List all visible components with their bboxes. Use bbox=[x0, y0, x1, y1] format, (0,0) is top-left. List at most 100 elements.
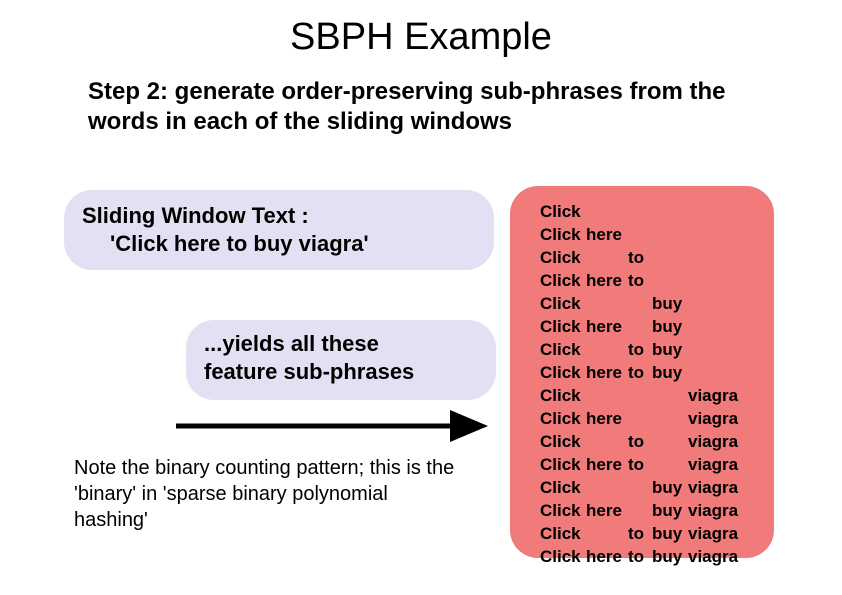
phrase-cell bbox=[688, 292, 742, 315]
table-row: Click buyviagra bbox=[540, 476, 742, 499]
phrase-cell: Click bbox=[540, 269, 586, 292]
phrase-cell: here bbox=[586, 407, 628, 430]
phrase-cell: Click bbox=[540, 499, 586, 522]
phrase-cell bbox=[652, 453, 688, 476]
phrase-cell bbox=[688, 361, 742, 384]
table-row: Click tobuy bbox=[540, 338, 742, 361]
phrase-cell bbox=[586, 338, 628, 361]
phrase-cell bbox=[586, 384, 628, 407]
phrase-table: ClickClickhereClicktoClickheretoClickbuy… bbox=[540, 200, 742, 568]
phrase-cell bbox=[688, 200, 742, 223]
phrase-cell bbox=[652, 430, 688, 453]
phrase-cell bbox=[628, 292, 652, 315]
phrase-cell: to bbox=[628, 453, 652, 476]
phrase-cell: Click bbox=[540, 545, 586, 568]
phrase-cell: buy bbox=[652, 338, 688, 361]
table-row: Click bbox=[540, 200, 742, 223]
phrase-cell: Click bbox=[540, 476, 586, 499]
table-row: Clickhere buy bbox=[540, 315, 742, 338]
phrase-cell bbox=[688, 338, 742, 361]
slide-title: SBPH Example bbox=[0, 0, 842, 59]
phrase-cell: Click bbox=[540, 522, 586, 545]
phrase-cell: Click bbox=[540, 246, 586, 269]
phrase-cell bbox=[652, 246, 688, 269]
phrase-cell: buy bbox=[652, 361, 688, 384]
phrase-cell bbox=[652, 200, 688, 223]
phrase-cell: here bbox=[586, 453, 628, 476]
phrase-cell: buy bbox=[652, 545, 688, 568]
yields-box: ...yields all these feature sub-phrases bbox=[186, 320, 496, 400]
phrase-cell bbox=[628, 407, 652, 430]
phrase-cell: to bbox=[628, 545, 652, 568]
phrase-cell bbox=[628, 384, 652, 407]
table-row: Clickheretobuy bbox=[540, 361, 742, 384]
phrase-cell: viagra bbox=[688, 384, 742, 407]
phrase-cell bbox=[688, 315, 742, 338]
phrase-cell bbox=[652, 407, 688, 430]
sliding-window-line1: Sliding Window Text : bbox=[82, 202, 476, 230]
phrase-cell bbox=[652, 269, 688, 292]
yields-line1: ...yields all these bbox=[204, 330, 478, 358]
table-row: Click viagra bbox=[540, 384, 742, 407]
phrase-cell: to bbox=[628, 430, 652, 453]
table-row: Clickhereto viagra bbox=[540, 453, 742, 476]
phrase-cell: buy bbox=[652, 476, 688, 499]
arrow-icon bbox=[172, 404, 488, 448]
phrase-cell: viagra bbox=[688, 476, 742, 499]
phrase-cell: Click bbox=[540, 407, 586, 430]
phrases-box: ClickClickhereClicktoClickheretoClickbuy… bbox=[510, 186, 774, 558]
phrase-cell: Click bbox=[540, 200, 586, 223]
phrase-cell: viagra bbox=[688, 545, 742, 568]
phrase-cell: Click bbox=[540, 430, 586, 453]
phrase-cell: Click bbox=[540, 315, 586, 338]
phrase-cell bbox=[586, 430, 628, 453]
phrase-cell bbox=[688, 246, 742, 269]
slide-subtitle: Step 2: generate order-preserving sub-ph… bbox=[88, 77, 748, 137]
phrase-cell bbox=[628, 499, 652, 522]
table-row: Clickheretobuyviagra bbox=[540, 545, 742, 568]
phrase-cell: viagra bbox=[688, 430, 742, 453]
table-row: Clickbuy bbox=[540, 292, 742, 315]
phrase-cell: here bbox=[586, 223, 628, 246]
phrase-cell bbox=[628, 223, 652, 246]
phrase-cell: Click bbox=[540, 453, 586, 476]
phrase-cell: here bbox=[586, 499, 628, 522]
table-row: Click tobuyviagra bbox=[540, 522, 742, 545]
phrase-cell bbox=[586, 522, 628, 545]
phrase-cell: Click bbox=[540, 223, 586, 246]
phrase-cell bbox=[628, 200, 652, 223]
phrase-cell: Click bbox=[540, 384, 586, 407]
phrase-cell: here bbox=[586, 315, 628, 338]
phrase-cell bbox=[688, 269, 742, 292]
phrase-cell bbox=[652, 223, 688, 246]
phrase-cell: buy bbox=[652, 522, 688, 545]
phrase-cell bbox=[628, 315, 652, 338]
phrase-cell: buy bbox=[652, 499, 688, 522]
phrase-cell: Click bbox=[540, 361, 586, 384]
table-row: Clickhereviagra bbox=[540, 407, 742, 430]
phrase-cell: Click bbox=[540, 338, 586, 361]
footnote: Note the binary counting pattern; this i… bbox=[74, 455, 464, 533]
phrase-cell: to bbox=[628, 269, 652, 292]
phrase-cell: here bbox=[586, 545, 628, 568]
phrase-cell bbox=[628, 476, 652, 499]
table-row: Clickhereto bbox=[540, 269, 742, 292]
phrase-cell: buy bbox=[652, 292, 688, 315]
phrase-cell bbox=[586, 246, 628, 269]
table-row: Click to viagra bbox=[540, 430, 742, 453]
phrase-cell: here bbox=[586, 269, 628, 292]
yields-line2: feature sub-phrases bbox=[204, 358, 478, 386]
phrase-cell: viagra bbox=[688, 453, 742, 476]
phrase-cell bbox=[586, 200, 628, 223]
phrase-cell bbox=[688, 223, 742, 246]
phrase-cell: to bbox=[628, 246, 652, 269]
phrase-cell: buy bbox=[652, 315, 688, 338]
sliding-window-line2: 'Click here to buy viagra' bbox=[82, 230, 476, 258]
phrase-cell bbox=[586, 292, 628, 315]
phrase-cell: viagra bbox=[688, 522, 742, 545]
table-row: Clickhere buyviagra bbox=[540, 499, 742, 522]
phrase-cell: to bbox=[628, 338, 652, 361]
phrase-cell: to bbox=[628, 522, 652, 545]
phrase-cell: viagra bbox=[688, 499, 742, 522]
phrase-cell: to bbox=[628, 361, 652, 384]
